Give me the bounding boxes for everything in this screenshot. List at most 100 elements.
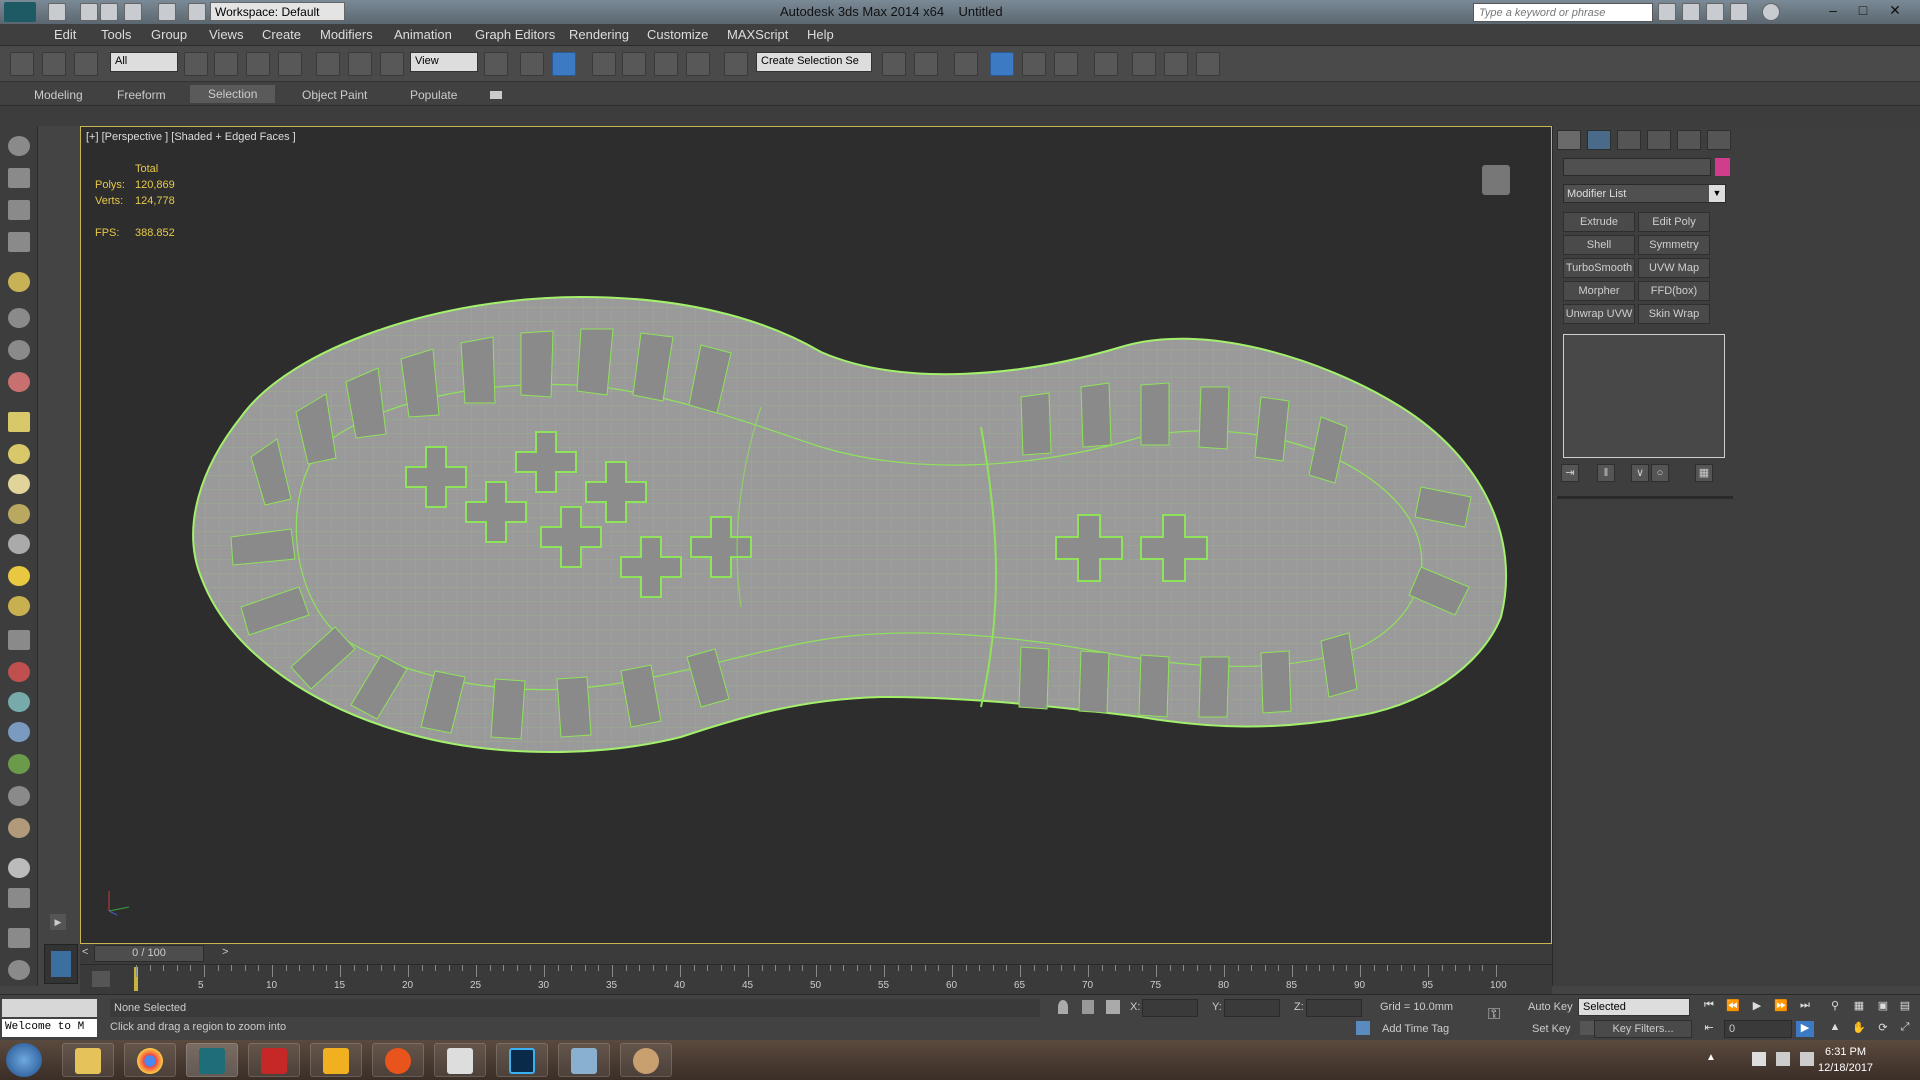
minimize-button[interactable]: – bbox=[1818, 0, 1848, 20]
previous-key-icon[interactable]: ⏪ bbox=[1724, 999, 1742, 1015]
taskbar-photoshop[interactable] bbox=[496, 1043, 548, 1077]
torus-icon[interactable] bbox=[8, 596, 30, 616]
key-mode-dropdown[interactable]: Selected bbox=[1578, 998, 1690, 1016]
timeline-view-toggle[interactable] bbox=[44, 944, 78, 984]
time-configuration-icon[interactable]: ▶ bbox=[1796, 1021, 1814, 1037]
app-logo-icon[interactable] bbox=[4, 2, 36, 22]
utilities-tab-icon[interactable] bbox=[1707, 130, 1731, 150]
modifier-button-shell[interactable]: Shell bbox=[1563, 235, 1635, 255]
taskbar-ubuntu[interactable] bbox=[372, 1043, 424, 1077]
menu-create[interactable]: Create bbox=[262, 27, 301, 42]
spinner-snap-icon[interactable] bbox=[686, 52, 710, 76]
ribbon-options-icon[interactable] bbox=[490, 91, 502, 99]
make-unique-icon[interactable]: ∨ bbox=[1631, 464, 1649, 482]
cone-icon[interactable] bbox=[8, 534, 30, 554]
select-object-icon[interactable] bbox=[184, 52, 208, 76]
y-coordinate-field[interactable] bbox=[1224, 999, 1280, 1017]
perspective-viewport[interactable]: [+] [Perspective ] [Shaded + Edged Faces… bbox=[80, 126, 1552, 944]
link-icon[interactable] bbox=[10, 52, 34, 76]
pin-stack-icon[interactable]: ⇥ bbox=[1561, 464, 1579, 482]
taskbar-mudbox[interactable] bbox=[310, 1043, 362, 1077]
modifier-button-symmetry[interactable]: Symmetry bbox=[1638, 235, 1710, 255]
render-setup-icon[interactable] bbox=[1132, 52, 1156, 76]
menu-rendering[interactable]: Rendering bbox=[569, 27, 629, 42]
motion-tab-icon[interactable] bbox=[1647, 130, 1671, 150]
pivot-center-icon[interactable] bbox=[484, 52, 508, 76]
key-icon[interactable]: ⚿ bbox=[1488, 1007, 1514, 1023]
tab-object-paint[interactable]: Object Paint bbox=[302, 88, 367, 102]
help-icon[interactable] bbox=[8, 960, 30, 980]
previous-frame-icon[interactable]: < bbox=[82, 946, 88, 958]
create-tab-icon[interactable] bbox=[1557, 130, 1581, 150]
rectangular-selection-icon[interactable] bbox=[246, 52, 270, 76]
taskbar-paint[interactable] bbox=[620, 1043, 672, 1077]
ball-icon[interactable] bbox=[8, 858, 30, 878]
new-scene-icon[interactable] bbox=[48, 3, 66, 21]
display-tab-icon[interactable] bbox=[1677, 130, 1701, 150]
modifier-stack[interactable] bbox=[1563, 334, 1725, 458]
zoom-extents-all-icon[interactable]: ▤ bbox=[1896, 999, 1914, 1015]
edit-named-selection-icon[interactable] bbox=[724, 52, 748, 76]
network-icon[interactable] bbox=[1776, 1052, 1790, 1066]
hierarchy-tab-icon[interactable] bbox=[1617, 130, 1641, 150]
selection-lock-icon[interactable] bbox=[1082, 1000, 1094, 1014]
move-icon[interactable] bbox=[316, 52, 340, 76]
menu-modifiers[interactable]: Modifiers bbox=[320, 27, 373, 42]
modifier-button-uvw-map[interactable]: UVW Map bbox=[1638, 258, 1710, 278]
subscription-icon[interactable] bbox=[1682, 3, 1700, 21]
help-question-icon[interactable] bbox=[1762, 3, 1780, 21]
window-crossing-icon[interactable] bbox=[278, 52, 302, 76]
curve-editor-icon[interactable] bbox=[1022, 52, 1046, 76]
paint-icon[interactable] bbox=[8, 662, 30, 682]
box-icon[interactable] bbox=[8, 412, 30, 432]
x-coordinate-field[interactable] bbox=[1142, 999, 1198, 1017]
play-icon[interactable]: ▶ bbox=[1748, 999, 1766, 1015]
flag-icon[interactable] bbox=[1752, 1052, 1766, 1066]
workspace-dropdown[interactable]: Workspace: Default bbox=[210, 2, 345, 21]
time-slider-thumb[interactable]: 0 / 100 bbox=[94, 945, 204, 962]
hatch-icon[interactable] bbox=[8, 630, 30, 650]
save-file-icon[interactable] bbox=[100, 3, 118, 21]
grid-table-icon[interactable] bbox=[8, 232, 30, 252]
go-to-end-icon[interactable]: ⏭ bbox=[1796, 999, 1814, 1015]
mini-curve-editor-icon[interactable] bbox=[92, 971, 110, 987]
camera-icon[interactable] bbox=[8, 308, 30, 328]
gear-icon[interactable] bbox=[8, 722, 30, 742]
next-frame-icon[interactable]: > bbox=[222, 946, 228, 958]
volume-icon[interactable] bbox=[1800, 1052, 1814, 1066]
modifier-button-ffd-box[interactable]: FFD(box) bbox=[1638, 281, 1710, 301]
key-mode-toggle-icon[interactable]: ⇤ bbox=[1700, 1021, 1718, 1037]
graphite-ribbon-toggle-icon[interactable] bbox=[990, 52, 1014, 76]
menu-help[interactable]: Help bbox=[807, 27, 834, 42]
menu-tools[interactable]: Tools bbox=[101, 27, 131, 42]
time-slider[interactable]: < 0 / 100 > bbox=[80, 944, 1552, 964]
keyboard-shortcut-override-icon[interactable] bbox=[552, 52, 576, 76]
figure-icon[interactable] bbox=[8, 692, 30, 712]
show-hidden-icons-icon[interactable]: ▲ bbox=[1706, 1052, 1716, 1063]
maximize-viewport-icon[interactable]: ⤢ bbox=[1896, 1021, 1914, 1037]
redo-icon[interactable] bbox=[158, 3, 176, 21]
show-end-result-icon[interactable]: ‖ bbox=[1597, 464, 1615, 482]
tab-selection[interactable]: Selection bbox=[190, 85, 276, 103]
project-folder-icon[interactable] bbox=[188, 3, 206, 21]
menu-customize[interactable]: Customize bbox=[647, 27, 708, 42]
named-selection-dropdown[interactable]: Create Selection Se bbox=[756, 52, 872, 72]
zoom-all-icon[interactable]: ▦ bbox=[1850, 999, 1868, 1015]
plant-icon[interactable] bbox=[8, 754, 30, 774]
configure-sets-icon[interactable]: ▦ bbox=[1695, 464, 1713, 482]
unlink-icon[interactable] bbox=[42, 52, 66, 76]
object-name-field[interactable] bbox=[1563, 158, 1711, 176]
taskbar-rig[interactable] bbox=[434, 1043, 486, 1077]
list-icon[interactable] bbox=[8, 200, 30, 220]
material-editor-icon[interactable] bbox=[1094, 52, 1118, 76]
taskbar-chrome[interactable] bbox=[124, 1043, 176, 1077]
viewcube-icon[interactable] bbox=[1482, 165, 1510, 195]
maximize-button[interactable]: □ bbox=[1848, 0, 1878, 20]
schematic-view-icon[interactable] bbox=[1054, 52, 1078, 76]
set-key-button[interactable]: Set Key bbox=[1532, 1023, 1571, 1035]
taskbar-autocad[interactable] bbox=[248, 1043, 300, 1077]
sphere-icon[interactable] bbox=[8, 474, 30, 494]
shoe-sole-mesh[interactable] bbox=[121, 237, 1601, 887]
dome-icon[interactable] bbox=[8, 444, 30, 464]
communication-center-icon[interactable] bbox=[1706, 3, 1724, 21]
